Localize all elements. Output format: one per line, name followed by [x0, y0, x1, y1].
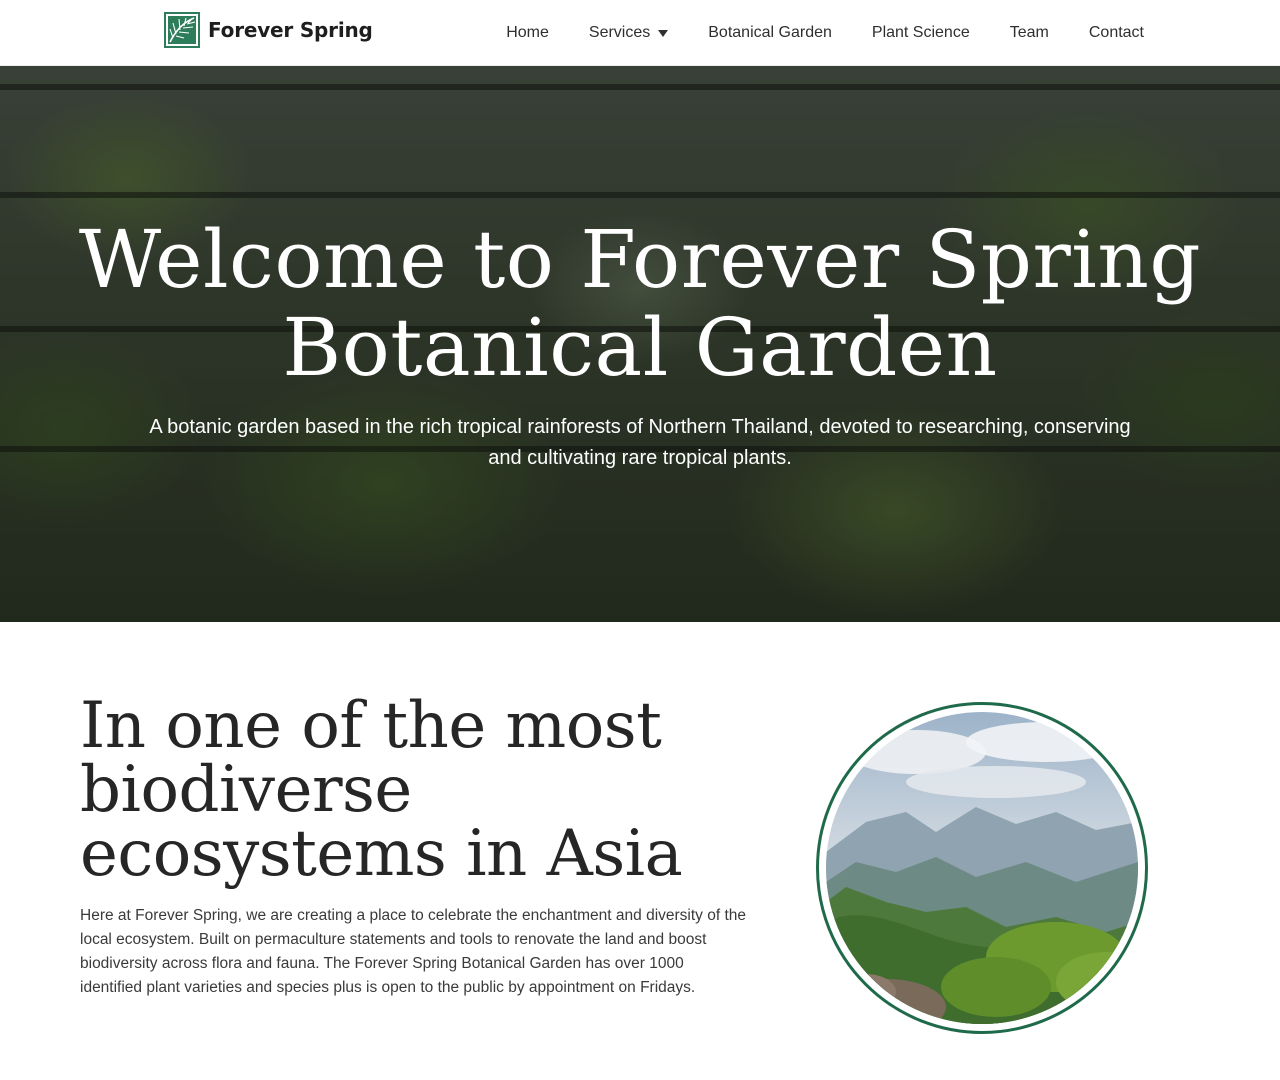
leaf-icon — [164, 12, 200, 48]
nav-services-label: Services — [588, 24, 651, 41]
nav-services[interactable]: Services — [588, 24, 669, 42]
nav-contact[interactable]: Contact — [1089, 24, 1144, 42]
main-nav: Home Services Botanical Garden Plant Sci… — [506, 0, 1144, 66]
nav-botanical-garden[interactable]: Botanical Garden — [708, 24, 832, 42]
site-header: Forever Spring Home Services Botanical G… — [0, 0, 1280, 66]
nav-team[interactable]: Team — [1010, 24, 1049, 42]
mountain-landscape-image — [826, 712, 1138, 1024]
nav-plant-science[interactable]: Plant Science — [872, 24, 970, 42]
hero-section: Welcome to Forever Spring Botanical Gard… — [0, 66, 1280, 622]
site-logo[interactable]: Forever Spring — [164, 12, 373, 48]
hero-subtitle: A botanic garden based in the rich tropi… — [149, 416, 1131, 469]
logo-text: Forever Spring — [208, 18, 373, 42]
nav-contact-label: Contact — [1088, 24, 1144, 41]
intro-text: Here at Forever Spring, we are creating … — [80, 907, 747, 996]
nav-botanical-garden-label: Botanical Garden — [708, 24, 832, 41]
caret-down-icon — [658, 29, 669, 37]
nav-team-label: Team — [1009, 24, 1049, 41]
intro-title: In one of the most biodiverse ecosystems… — [80, 689, 683, 891]
landscape-image-frame — [816, 702, 1148, 1034]
nav-home[interactable]: Home — [506, 24, 549, 42]
nav-home-label: Home — [506, 24, 549, 41]
nav-plant-science-label: Plant Science — [871, 24, 970, 41]
hero-title: Welcome to Forever Spring Botanical Gard… — [78, 213, 1202, 394]
